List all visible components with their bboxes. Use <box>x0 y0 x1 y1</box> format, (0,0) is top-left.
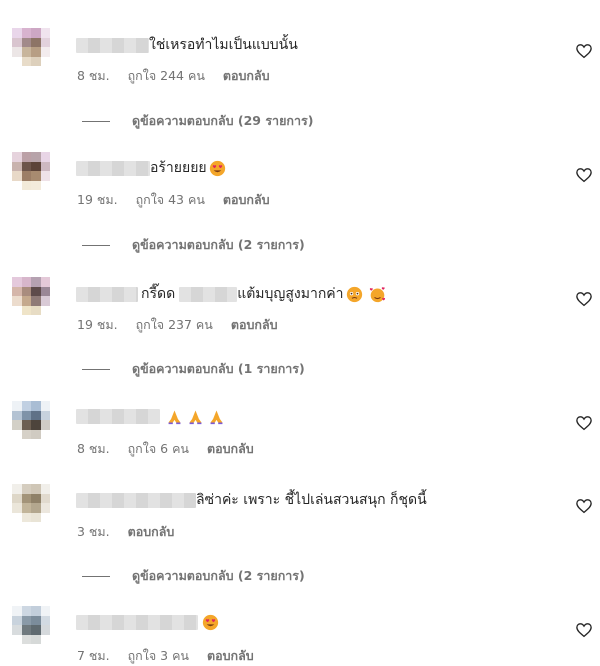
view-replies-button[interactable]: ดูข้อความตอบกลับ (29 รายการ) <box>82 111 313 131</box>
praying-hands-emoji <box>189 410 202 424</box>
reply-button[interactable]: ตอบกลับ <box>223 68 270 83</box>
view-replies-label[interactable]: ดูข้อความตอบกลับ (1 รายการ) <box>132 359 305 379</box>
avatar[interactable] <box>12 28 50 66</box>
like-count[interactable]: ถูกใจ 3 คน <box>128 648 189 663</box>
heart-outline-icon[interactable] <box>575 166 593 184</box>
comment-text: กรี๊ดด <box>141 286 176 302</box>
comment-meta: 3 ชม. ตอบกลับ <box>77 522 188 542</box>
reply-button[interactable]: ตอบกลับ <box>207 648 254 663</box>
avatar[interactable] <box>12 484 50 522</box>
divider-line <box>82 120 110 122</box>
heart-outline-icon[interactable] <box>575 497 593 515</box>
like-count[interactable]: ถูกใจ 6 คน <box>128 441 189 456</box>
comment-meta: 7 ชม. ถูกใจ 3 คน ตอบกลับ <box>77 646 268 666</box>
blurred-username[interactable] <box>76 160 150 176</box>
comment-text: ลิซ่าค่ะ เพราะ ชี้ไปเล่นสวนสนุก ก็ชุดนี้ <box>196 492 427 508</box>
face-hearts-emoji <box>369 286 385 302</box>
divider-line <box>82 244 110 246</box>
blurred-username[interactable] <box>76 286 138 302</box>
reply-button[interactable]: ตอบกลับ <box>223 192 270 207</box>
comment-text-line: ลิซ่าค่ะ เพราะ ชี้ไปเล่นสวนสนุก ก็ชุดนี้ <box>76 489 427 511</box>
comment-time: 8 ชม. <box>77 441 110 456</box>
comment-text-line <box>76 611 219 633</box>
comment-meta: 8 ชม. ถูกใจ 6 คน ตอบกลับ <box>77 439 268 459</box>
like-count[interactable]: ถูกใจ 43 คน <box>136 192 205 207</box>
comment-text: อร้ายยยย <box>150 160 207 176</box>
woozy-face-emoji <box>346 286 362 302</box>
comment-meta: 8 ชม. ถูกใจ 244 คน ตอบกลับ <box>77 66 284 86</box>
heart-outline-icon[interactable] <box>575 42 593 60</box>
view-replies-label[interactable]: ดูข้อความตอบกลับ (2 รายการ) <box>132 566 305 586</box>
comment-text-line: อร้ายยยย <box>76 157 226 179</box>
view-replies-label[interactable]: ดูข้อความตอบกลับ (2 รายการ) <box>132 235 305 255</box>
avatar[interactable] <box>12 152 50 190</box>
blurred-username[interactable] <box>76 492 196 508</box>
blurred-username[interactable] <box>76 37 149 53</box>
reply-button[interactable]: ตอบกลับ <box>207 441 254 456</box>
praying-hands-emoji <box>168 410 181 424</box>
comment-text-line <box>76 405 225 427</box>
blurred-username[interactable] <box>76 408 160 424</box>
view-replies-label[interactable]: ดูข้อความตอบกลับ (29 รายการ) <box>132 111 313 131</box>
blurred-username[interactable] <box>76 614 198 630</box>
blurred-mention[interactable] <box>179 286 238 302</box>
comment-time: 8 ชม. <box>77 68 110 83</box>
view-replies-button[interactable]: ดูข้อความตอบกลับ (2 รายการ) <box>82 566 305 586</box>
heart-eyes-emoji <box>202 614 219 630</box>
divider-line <box>82 368 110 370</box>
view-replies-button[interactable]: ดูข้อความตอบกลับ (1 รายการ) <box>82 359 305 379</box>
comment-text: ใช่เหรอทำไมเป็นแบบนั้น <box>149 37 298 53</box>
heart-eyes-emoji <box>209 160 225 176</box>
divider-line <box>82 575 110 577</box>
avatar[interactable] <box>12 401 50 439</box>
heart-outline-icon[interactable] <box>575 621 593 639</box>
comment-text-line: กรี๊ดด แต้มบุญสูงมากค่า <box>76 283 386 305</box>
avatar[interactable] <box>12 606 50 644</box>
reply-button[interactable]: ตอบกลับ <box>128 524 175 539</box>
comment-meta: 19 ชม. ถูกใจ 237 คน ตอบกลับ <box>77 315 292 335</box>
comment-meta: 19 ชม. ถูกใจ 43 คน ตอบกลับ <box>77 190 284 210</box>
heart-outline-icon[interactable] <box>575 290 593 308</box>
comment-time: 7 ชม. <box>77 648 110 663</box>
reply-button[interactable]: ตอบกลับ <box>231 317 278 332</box>
heart-outline-icon[interactable] <box>575 414 593 432</box>
avatar[interactable] <box>12 277 50 315</box>
comment-text: แต้มบุญสูงมากค่า <box>237 286 344 302</box>
praying-hands-emoji <box>210 410 223 424</box>
like-count[interactable]: ถูกใจ 237 คน <box>136 317 213 332</box>
like-count[interactable]: ถูกใจ 244 คน <box>128 68 205 83</box>
comment-time: 19 ชม. <box>77 317 118 332</box>
comment-text-line: ใช่เหรอทำไมเป็นแบบนั้น <box>76 34 298 56</box>
comment-time: 3 ชม. <box>77 524 110 539</box>
comment-time: 19 ชม. <box>77 192 118 207</box>
view-replies-button[interactable]: ดูข้อความตอบกลับ (2 รายการ) <box>82 235 305 255</box>
